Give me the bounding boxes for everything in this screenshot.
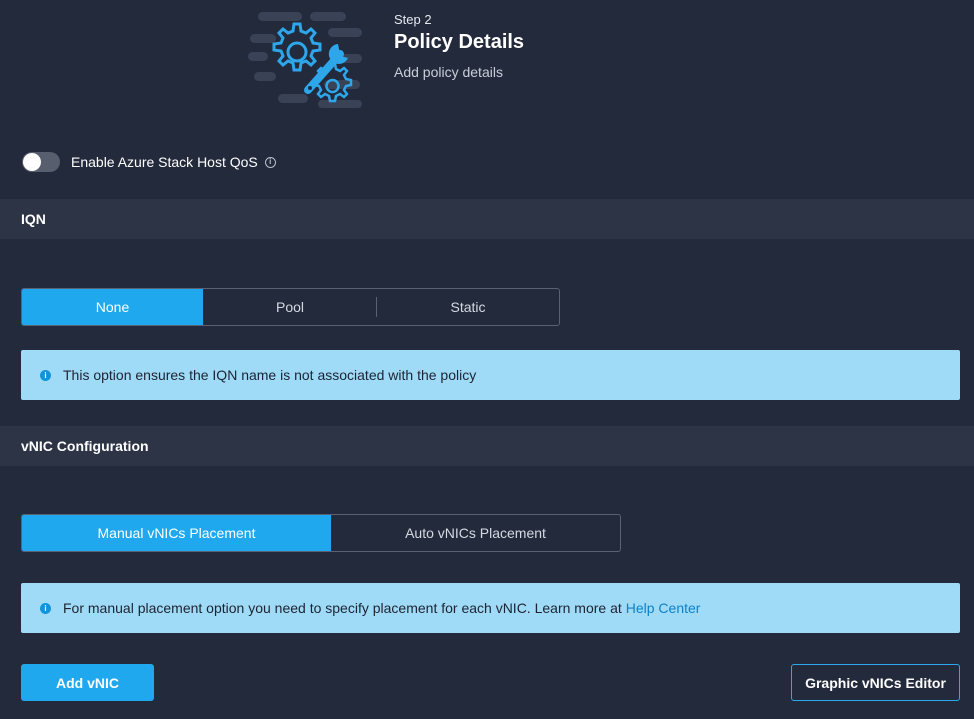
vnic-segmented-control: Manual vNICs Placement Auto vNICs Placem…: [21, 514, 621, 552]
iqn-info-text: This option ensures the IQN name is not …: [63, 367, 477, 383]
iqn-option-pool-label: Pool: [275, 299, 305, 315]
iqn-info-banner: i This option ensures the IQN name is no…: [21, 350, 960, 400]
policy-details-page: Step 2 Policy Details Add policy details…: [0, 0, 974, 719]
step-label: Step 2: [394, 12, 432, 27]
info-circle-icon[interactable]: i: [264, 156, 276, 168]
vnic-info-text: For manual placement option you need to …: [63, 600, 622, 616]
vnic-option-manual[interactable]: Manual vNICs Placement: [22, 515, 331, 551]
iqn-option-pool[interactable]: Pool: [203, 289, 377, 325]
section-header-iqn: IQN: [0, 199, 974, 239]
page-subtitle: Add policy details: [394, 64, 503, 80]
page-title: Policy Details: [394, 31, 525, 53]
gears-wrench-icon: [248, 12, 362, 108]
section-header-vnic: vNIC Configuration: [0, 426, 974, 466]
qos-toggle[interactable]: [22, 152, 60, 172]
toggle-knob: [23, 153, 41, 171]
vnic-option-auto[interactable]: Auto vNICs Placement: [331, 515, 620, 551]
qos-toggle-row: Enable Azure Stack Host QoS i: [22, 151, 276, 173]
info-icon: i: [40, 369, 51, 381]
graphic-vnics-editor-button[interactable]: Graphic vNICs Editor: [791, 664, 960, 701]
iqn-option-none[interactable]: None: [22, 289, 203, 325]
vnic-info-banner: i For manual placement option you need t…: [21, 583, 960, 633]
info-icon: i: [40, 602, 51, 614]
add-vnic-button[interactable]: Add vNIC: [21, 664, 154, 701]
iqn-option-static[interactable]: Static: [377, 289, 559, 325]
iqn-segmented-control: None Pool Static: [21, 288, 560, 326]
help-center-link[interactable]: Help Center: [626, 600, 701, 616]
qos-toggle-label: Enable Azure Stack Host QoS: [71, 154, 258, 170]
